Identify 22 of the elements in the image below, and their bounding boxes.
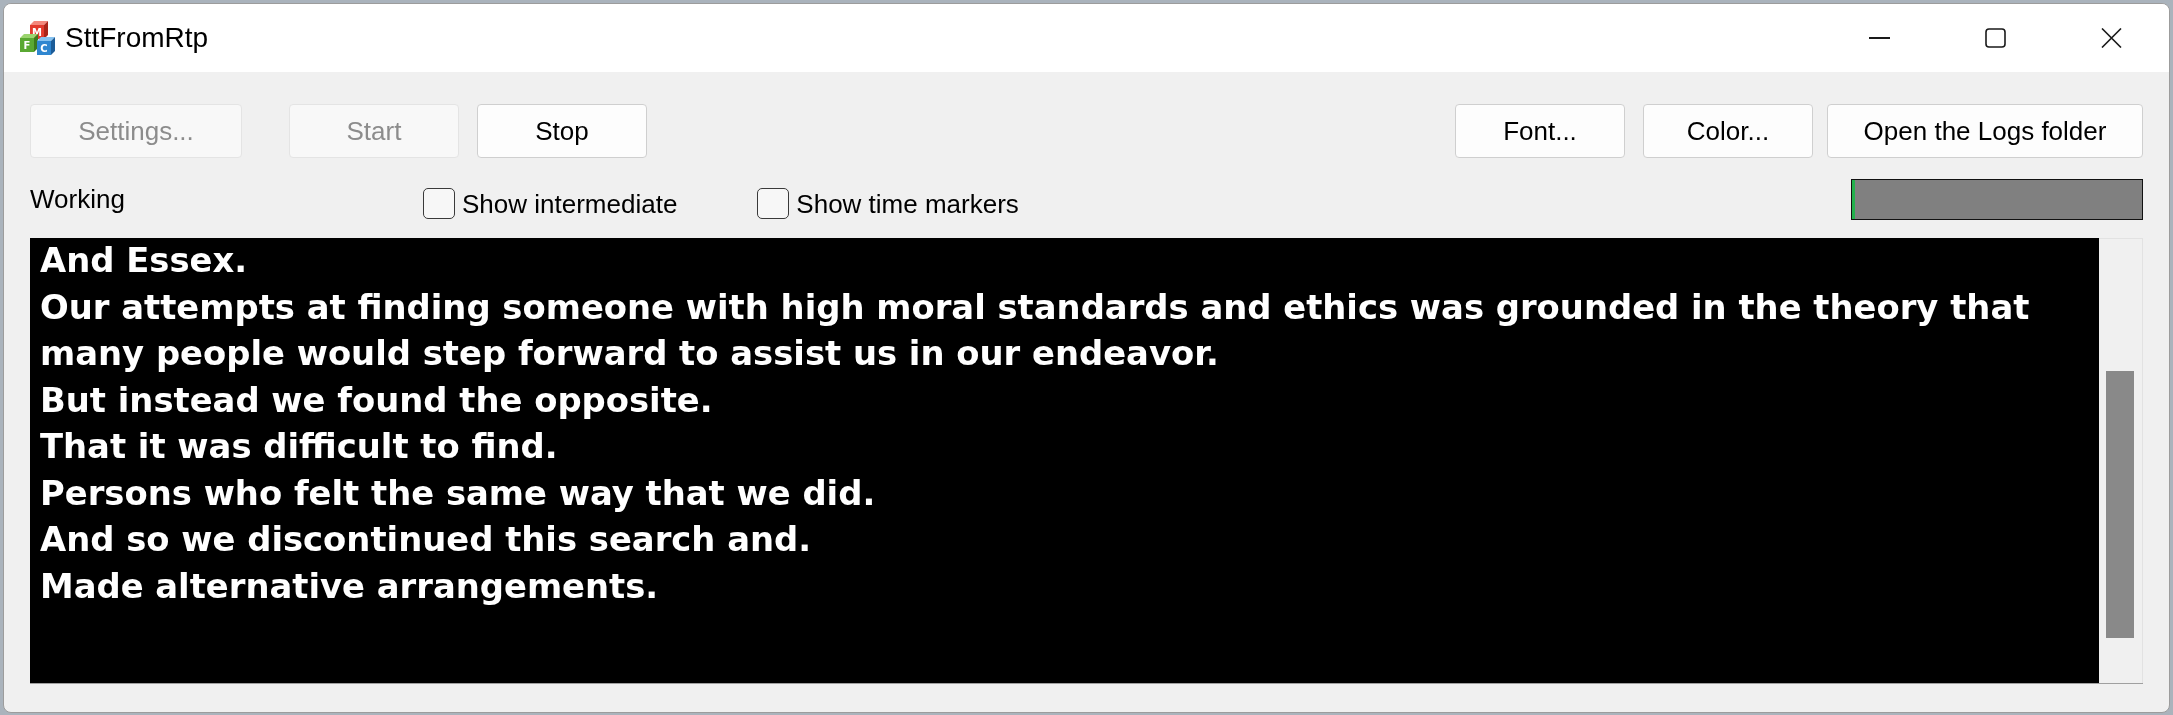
window-title: SttFromRtp <box>65 21 209 55</box>
checkbox-label[interactable]: Show intermediate <box>462 189 678 219</box>
transcript-line: Persons who felt the same way that we did. <box>40 472 876 515</box>
checkbox[interactable] <box>423 187 455 219</box>
transcript-line: And Essex. <box>40 240 248 282</box>
status-text: Working <box>30 184 125 214</box>
toolbar-button[interactable]: Stop <box>477 104 647 158</box>
toolbar-button[interactable]: Font... <box>1455 104 1625 158</box>
transcript-line: And so we discontinued this search and. <box>40 519 812 561</box>
checkbox[interactable] <box>757 187 790 219</box>
minimize-icon <box>1868 37 1890 39</box>
close-icon <box>2100 28 2122 48</box>
transcript-line: That it was difficult to find. <box>40 426 558 468</box>
transcript-line: Made alternative arrangements. <box>40 565 659 608</box>
scrollbar-track[interactable] <box>2099 238 2143 683</box>
scrollbar-thumb[interactable] <box>2106 371 2134 638</box>
maximize-icon <box>1984 28 2006 48</box>
transcript-line: But instead we found the opposite. <box>40 379 713 422</box>
toolbar-button[interactable]: Color... <box>1643 104 1813 158</box>
transcript-line: Our attempts at finding someone with high moral standards and ethics was grounded in the theory that many people would step forward to assist us in our endeavor. <box>40 286 2031 375</box>
checkbox-label[interactable]: Show time markers <box>796 189 1019 219</box>
toolbar-button[interactable]: Open the Logs folder <box>1827 104 2143 158</box>
